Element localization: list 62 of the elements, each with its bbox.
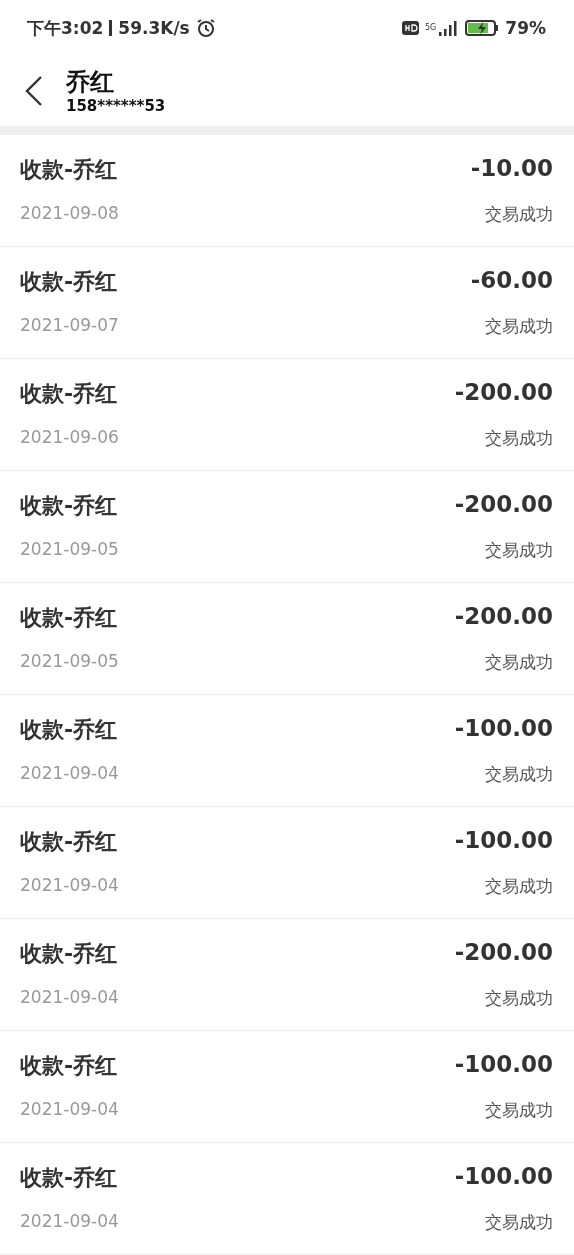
status-time: 下午3:02 bbox=[27, 16, 104, 40]
transaction-status: 交易成功 bbox=[485, 763, 553, 786]
transaction-status: 交易成功 bbox=[485, 875, 553, 898]
transaction-date: 2021-09-04 bbox=[20, 1211, 120, 1233]
battery-percent: 79% bbox=[505, 18, 546, 38]
transaction-amount: -100.00 bbox=[454, 715, 553, 743]
transaction-row[interactable]: 收款-乔红 -100.00 2021-09-04 交易成功 bbox=[0, 695, 574, 807]
transaction-status: 交易成功 bbox=[485, 539, 553, 562]
transaction-row[interactable]: 收款-乔红 -100.00 2021-09-04 交易成功 bbox=[0, 1031, 574, 1143]
transaction-status: 交易成功 bbox=[485, 427, 553, 450]
transaction-date: 2021-09-07 bbox=[20, 315, 120, 337]
contact-name: 乔红 bbox=[66, 67, 115, 97]
transaction-amount: -100.00 bbox=[454, 1163, 553, 1191]
transaction-status: 交易成功 bbox=[485, 651, 553, 674]
network-type: 5G bbox=[425, 24, 437, 32]
transaction-amount: -200.00 bbox=[454, 491, 553, 519]
transaction-date: 2021-09-06 bbox=[20, 427, 120, 449]
transaction-status: 交易成功 bbox=[485, 315, 553, 338]
phone-number: 158******53 bbox=[66, 97, 166, 115]
transaction-title: 收款-乔红 bbox=[20, 268, 119, 296]
transaction-title: 收款-乔红 bbox=[20, 156, 119, 184]
transaction-row[interactable]: 收款-乔红 -60.00 2021-09-07 交易成功 bbox=[0, 247, 574, 359]
transaction-title: 收款-乔红 bbox=[20, 716, 119, 744]
transaction-status: 交易成功 bbox=[485, 1099, 553, 1122]
transaction-date: 2021-09-04 bbox=[20, 875, 120, 897]
transaction-title: 收款-乔红 bbox=[20, 940, 119, 968]
transaction-amount: -100.00 bbox=[454, 827, 553, 855]
transaction-status: 交易成功 bbox=[485, 987, 553, 1010]
transaction-date: 2021-09-04 bbox=[20, 1099, 120, 1121]
transaction-amount: -100.00 bbox=[454, 1051, 553, 1079]
transaction-amount: -60.00 bbox=[470, 267, 553, 295]
transaction-title: 收款-乔红 bbox=[20, 604, 119, 632]
transaction-title: 收款-乔红 bbox=[20, 1052, 119, 1080]
transaction-row[interactable]: 收款-乔红 -10.00 2021-09-08 交易成功 bbox=[0, 135, 574, 247]
battery-icon bbox=[465, 20, 500, 36]
transaction-title: 收款-乔红 bbox=[20, 1164, 119, 1192]
transaction-row[interactable]: 收款-乔红 -200.00 2021-09-05 交易成功 bbox=[0, 471, 574, 583]
transaction-row[interactable]: 收款-乔红 -200.00 2021-09-06 交易成功 bbox=[0, 359, 574, 471]
transaction-row[interactable]: 收款-乔红 -200.00 2021-09-04 交易成功 bbox=[0, 919, 574, 1031]
transaction-status: 交易成功 bbox=[485, 203, 553, 226]
alarm-icon bbox=[195, 18, 216, 38]
network-speed: 59.3K/s bbox=[118, 18, 190, 38]
transaction-date: 2021-09-08 bbox=[20, 203, 120, 225]
transaction-date: 2021-09-05 bbox=[20, 651, 120, 673]
transaction-title: 收款-乔红 bbox=[20, 380, 119, 408]
signal-icon bbox=[437, 20, 460, 36]
transaction-amount: -200.00 bbox=[454, 603, 553, 631]
transaction-row[interactable]: 收款-乔红 -200.00 2021-09-05 交易成功 bbox=[0, 583, 574, 695]
transaction-date: 2021-09-04 bbox=[20, 987, 120, 1009]
divider-bar bbox=[109, 20, 113, 36]
transaction-amount: -10.00 bbox=[470, 155, 553, 183]
transaction-date: 2021-09-05 bbox=[20, 539, 120, 561]
transaction-date: 2021-09-04 bbox=[20, 763, 120, 785]
transaction-title: 收款-乔红 bbox=[20, 492, 119, 520]
transaction-amount: -200.00 bbox=[454, 939, 553, 967]
transaction-amount: -200.00 bbox=[454, 379, 553, 407]
transaction-row[interactable]: 收款-乔红 -100.00 2021-09-04 交易成功 bbox=[0, 807, 574, 919]
transaction-row[interactable]: 收款-乔红 -100.00 2021-09-04 交易成功 bbox=[0, 1143, 574, 1255]
hd-icon bbox=[402, 21, 419, 35]
back-button[interactable] bbox=[24, 75, 44, 107]
transaction-status: 交易成功 bbox=[485, 1211, 553, 1234]
transaction-title: 收款-乔红 bbox=[20, 828, 119, 856]
